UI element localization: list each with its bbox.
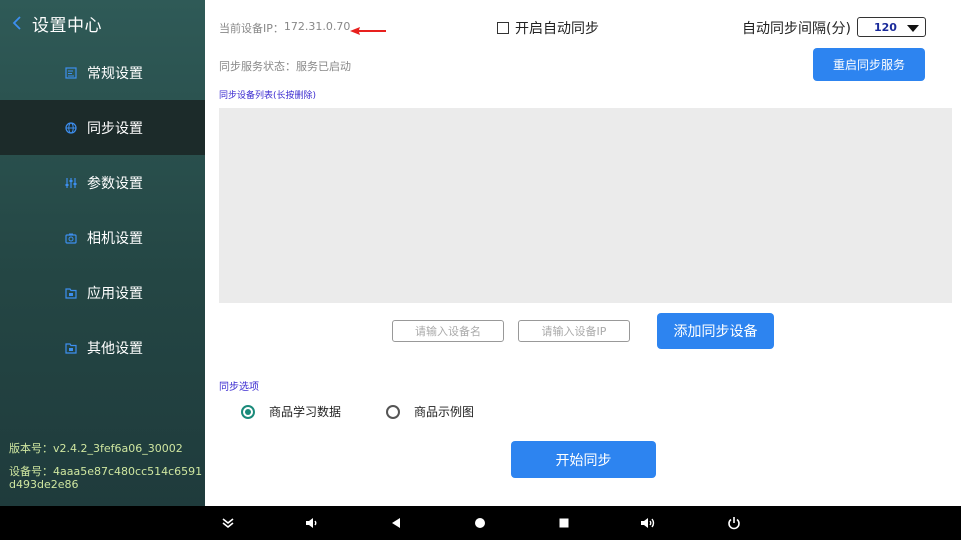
sync-service-status: 同步服务状态： 服务已启动 <box>219 58 351 74</box>
auto-sync-toggle[interactable]: 开启自动同步 <box>497 18 599 38</box>
option-learning-data-label: 商品学习数据 <box>269 405 342 419</box>
version-label: 版本号： <box>9 442 53 455</box>
version-info: 版本号：v2.4.2_3fef6a06_30002 <box>9 440 183 456</box>
radio-checked-icon[interactable] <box>241 404 255 419</box>
restart-sync-service-button[interactable]: 重启同步服务 <box>813 48 925 81</box>
sidebar-item-label: 相机设置 <box>87 230 143 247</box>
sidebar-nav: 常规设置 同步设置 参数设置 相机设置 应用设置 其他设置 <box>0 45 205 375</box>
back-chevron-icon[interactable] <box>12 13 24 33</box>
sidebar-item-label: 同步设置 <box>87 120 143 137</box>
device-id-label: 设备号： <box>9 465 53 478</box>
device-ip-label: 当前设备IP： <box>219 22 284 35</box>
sidebar-item-label: 应用设置 <box>87 285 143 302</box>
sidebar-item-sync[interactable]: 同步设置 <box>0 100 205 155</box>
collapse-icon[interactable] <box>219 514 237 532</box>
sidebar-item-camera[interactable]: 相机设置 <box>0 210 205 265</box>
system-navigation-bar <box>0 506 961 540</box>
sidebar-title: 设置中心 <box>32 15 102 36</box>
recents-icon[interactable] <box>555 514 573 532</box>
volume-down-icon[interactable] <box>303 514 321 532</box>
version-value: v2.4.2_3fef6a06_30002 <box>53 442 183 455</box>
start-sync-button[interactable]: 开始同步 <box>511 441 656 478</box>
sidebar-item-label: 参数设置 <box>87 175 143 192</box>
device-ip-value: 172.31.0.70 <box>283 20 351 33</box>
device-id-info: 设备号：4aaa5e87c480cc514c6591d493de2e86 <box>9 465 204 491</box>
back-icon[interactable] <box>387 514 405 532</box>
service-status-value: 服务已启动 <box>296 60 351 73</box>
sidebar-item-label: 常规设置 <box>87 65 143 82</box>
option-learning-data[interactable]: 商品学习数据 <box>241 403 341 420</box>
home-icon[interactable] <box>471 514 489 532</box>
sync-options-label: 同步选项 <box>219 382 259 393</box>
sync-interval-value: 120 <box>874 20 897 34</box>
device-ip-row: 当前设备IP： 172.31.0.70 <box>219 20 350 36</box>
document-edit-icon <box>64 66 77 79</box>
volume-up-icon[interactable] <box>639 514 657 532</box>
red-arrow-annotation-icon <box>350 27 386 35</box>
add-sync-device-button[interactable]: 添加同步设备 <box>657 313 774 349</box>
sync-interval-select[interactable]: 120 <box>857 17 926 37</box>
radio-unchecked-icon[interactable] <box>386 404 400 419</box>
main-panel: 当前设备IP： 172.31.0.70 开启自动同步 自动同步间隔(分) 120 … <box>205 0 961 506</box>
sync-interval-label: 自动同步间隔(分) <box>742 21 851 37</box>
option-sample-images-label: 商品示例图 <box>414 405 475 419</box>
sidebar-item-general[interactable]: 常规设置 <box>0 45 205 100</box>
auto-sync-label: 开启自动同步 <box>515 21 599 37</box>
sidebar-item-label: 其他设置 <box>87 340 143 357</box>
power-icon[interactable] <box>725 514 743 532</box>
sync-device-list[interactable] <box>219 108 952 303</box>
sidebar-item-params[interactable]: 参数设置 <box>0 155 205 210</box>
device-ip-input[interactable] <box>518 320 630 342</box>
globe-icon <box>64 121 77 134</box>
sync-device-list-label: 同步设备列表(长按删除) <box>219 91 317 101</box>
auto-sync-checkbox[interactable] <box>497 22 509 34</box>
option-sample-images[interactable]: 商品示例图 <box>386 403 474 420</box>
sidebar: 设置中心 常规设置 同步设置 参数设置 相机设置 应用设置 其他设置 版本号：v… <box>0 0 205 506</box>
sidebar-header[interactable]: 设置中心 <box>12 12 102 36</box>
camera-icon <box>64 231 77 244</box>
sidebar-item-app[interactable]: 应用设置 <box>0 265 205 320</box>
other-folder-icon <box>64 341 77 354</box>
sliders-icon <box>64 176 77 189</box>
app-folder-icon <box>64 286 77 299</box>
device-name-input[interactable] <box>392 320 504 342</box>
service-status-label: 同步服务状态： <box>219 60 296 73</box>
sidebar-item-other[interactable]: 其他设置 <box>0 320 205 375</box>
dropdown-triangle-icon <box>907 18 919 37</box>
